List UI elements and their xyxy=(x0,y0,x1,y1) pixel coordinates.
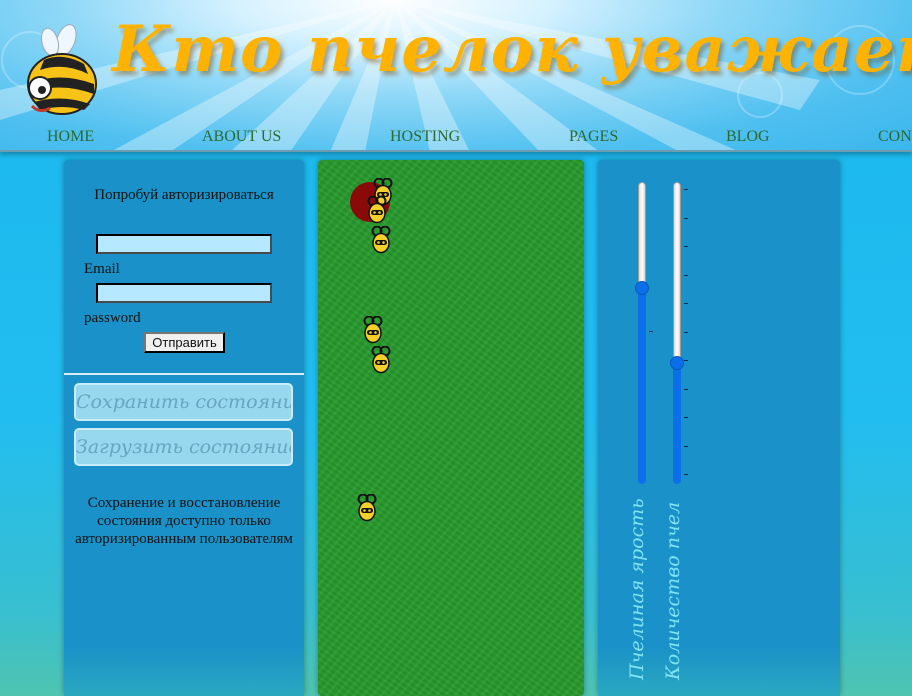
save-state-button[interactable]: Сохранить состояние xyxy=(74,383,293,421)
game-field[interactable] xyxy=(318,160,584,696)
slider-tick xyxy=(684,388,688,390)
nav-home[interactable]: HOME xyxy=(47,128,94,146)
password-field[interactable] xyxy=(96,283,272,303)
slider-thumb[interactable] xyxy=(635,281,649,295)
site-header: Кто пчелок уважает !!! HOME ABOUT US HOS… xyxy=(0,0,912,152)
slider-tick xyxy=(684,360,688,361)
bee-icon[interactable] xyxy=(366,195,388,224)
bee-count-label: Количество пчел xyxy=(662,501,684,680)
site-title: Кто пчелок уважает !!! xyxy=(112,12,912,87)
submit-button[interactable]: Отправить xyxy=(144,332,225,353)
nav-about-us[interactable]: ABOUT US xyxy=(202,128,281,146)
bee-rage-slider[interactable] xyxy=(635,182,649,484)
state-note: Сохранение и восстановление состояния до… xyxy=(75,495,293,547)
slider-tick xyxy=(684,189,688,190)
bee-rage-label: Пчелиная ярость xyxy=(626,498,648,680)
bee-icon[interactable] xyxy=(356,493,378,522)
auth-panel: Попробуй авторизироваться Email password… xyxy=(64,160,304,696)
nav-hosting[interactable]: HOSTING xyxy=(390,128,460,146)
slider-fill xyxy=(673,363,681,484)
nav-blog[interactable]: BLOG xyxy=(726,128,770,146)
slider-tick xyxy=(684,274,688,276)
load-state-button[interactable]: Загрузить состояние xyxy=(74,428,293,466)
slider-track xyxy=(638,182,646,288)
bee-mascot-icon xyxy=(27,24,97,115)
auth-title: Попробуй авторизироваться xyxy=(94,187,274,203)
slider-tick xyxy=(684,303,688,304)
slider-tick xyxy=(684,217,688,219)
slider-tick xyxy=(684,445,688,447)
bee-count-slider[interactable] xyxy=(670,182,684,484)
divider xyxy=(64,373,304,375)
slider-tick xyxy=(684,474,688,475)
bee-icon[interactable] xyxy=(370,345,392,374)
slider-fill xyxy=(638,288,646,484)
slider-tick xyxy=(684,417,688,418)
nav-contact[interactable]: CON xyxy=(878,128,912,146)
slider-track xyxy=(673,182,681,363)
bee-icon[interactable] xyxy=(362,315,384,344)
nav-pages[interactable]: PAGES xyxy=(569,128,618,146)
email-label: Email xyxy=(84,261,120,277)
slider-thumb[interactable] xyxy=(670,356,684,370)
bee-icon[interactable] xyxy=(370,225,392,254)
slider-tick xyxy=(684,331,688,333)
controls-panel: Пчелиная ярость Количество пчел xyxy=(598,160,840,696)
password-label: password xyxy=(84,310,141,326)
slider-tick xyxy=(649,331,653,332)
email-field[interactable] xyxy=(96,234,272,254)
main-nav: HOME ABOUT US HOSTING PAGES BLOG CON xyxy=(0,128,912,148)
slider-tick xyxy=(684,246,688,247)
